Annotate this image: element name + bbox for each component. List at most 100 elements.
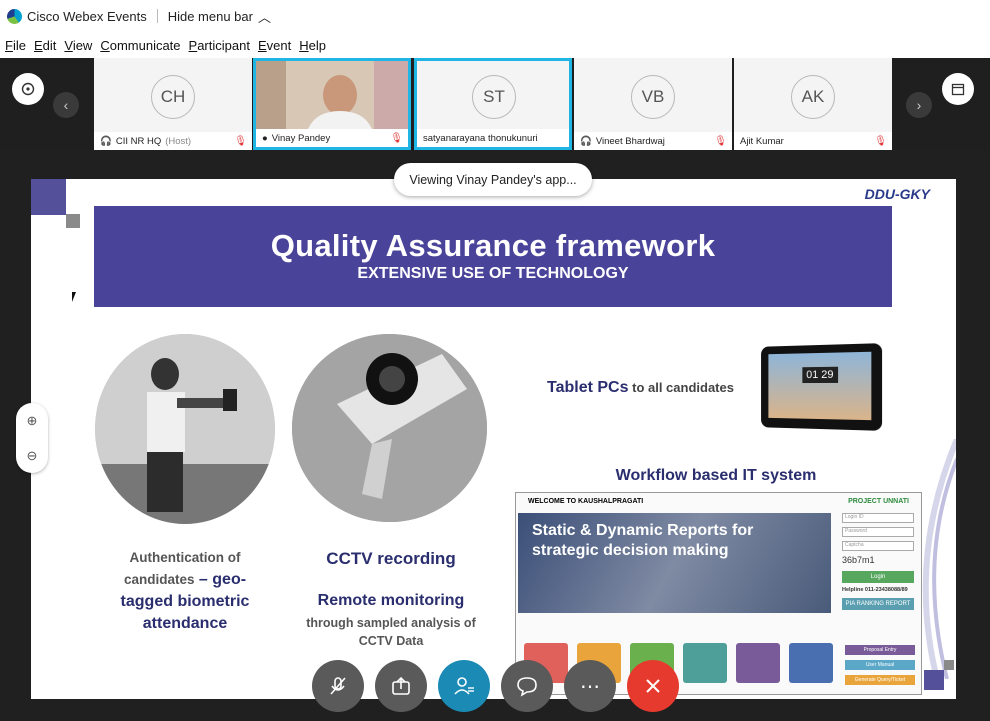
more-options-button[interactable]: ⋯ <box>564 660 616 712</box>
avatar: CH <box>151 75 195 119</box>
ws-captcha-code: 36b7m1 <box>842 555 875 565</box>
app-title: Cisco Webex Events <box>27 8 147 24</box>
slide-decoration <box>924 670 944 690</box>
menu-participant[interactable]: Participant <box>189 38 250 53</box>
zoom-in-icon[interactable]: ⊕ <box>27 413 38 429</box>
chat-icon <box>517 677 537 697</box>
ws-captcha: Captcha <box>842 541 914 551</box>
tablet-screen: 01 29 <box>768 351 872 421</box>
ws-login-panel: Login ID Password Captcha 36b7m1 Login H… <box>842 513 914 623</box>
video-feed <box>256 61 408 129</box>
slide-title: Quality Assurance framework <box>270 228 716 263</box>
participant-namebar: Ajit Kumar <box>734 132 892 150</box>
cctv-title: CCTV recording <box>326 549 456 568</box>
mute-button[interactable] <box>312 660 364 712</box>
calendar-button[interactable] <box>942 73 974 105</box>
menu-help[interactable]: Help <box>299 38 326 53</box>
ws-side-buttons: Proposal Entry User Manual Generate Quer… <box>845 645 915 685</box>
participant-name: satyanarayana thonukunuri <box>423 132 538 144</box>
share-button[interactable] <box>375 660 427 712</box>
participants-icon <box>454 677 474 695</box>
chevron-right-icon: › <box>916 97 922 113</box>
menu-bar: File Edit View Communicate Participant E… <box>0 32 990 58</box>
participant-namebar: ● Vinay Pandey <box>256 129 408 147</box>
shared-slide: DDU-GKY Quality Assurance framework EXTE… <box>31 179 956 699</box>
share-icon <box>392 676 410 695</box>
strip-next-button[interactable]: › <box>906 92 932 118</box>
chevron-left-icon: ‹ <box>63 97 69 113</box>
title-bar: Cisco Webex Events Hide menu bar ︿ <box>0 0 990 32</box>
participant-namebar: 🎧 Vineet Bhardwaj <box>574 132 732 150</box>
ws-card-training-centers <box>789 643 833 683</box>
participant-strip: ‹ CH 🎧 CII NR HQ (Host) 🎙 ● Vinay Pandey… <box>0 58 990 150</box>
remote-subtitle: through sampled analysis of CCTV Data <box>306 616 476 648</box>
webex-presenter-icon: ● <box>262 132 268 144</box>
ws-login-id: Login ID <box>842 513 914 523</box>
slide-title-banner: Quality Assurance framework EXTENSIVE US… <box>94 206 892 307</box>
biometric-photo <box>95 334 275 524</box>
participant-name: Vineet Bhardwaj <box>595 135 665 147</box>
remote-title: Remote monitoring <box>317 592 465 609</box>
participant-name: CII NR HQ <box>115 135 162 147</box>
ws-login-button: Login <box>842 571 914 583</box>
participant-namebar: satyanarayana thonukunuri <box>417 129 569 147</box>
ws-password: Password <box>842 527 914 537</box>
chevron-up-icon: ︿ <box>257 9 271 25</box>
viewing-indicator[interactable]: Viewing Vinay Pandey's app... <box>394 163 592 196</box>
ws-hero: Static & Dynamic Reports for strategic d… <box>518 513 831 613</box>
mic-muted-icon: 🎙 <box>234 136 247 147</box>
menu-event[interactable]: Event <box>258 38 291 53</box>
hide-menu-bar-button[interactable]: Hide menu bar ︿ <box>168 7 271 26</box>
zoom-out-icon[interactable]: ⊖ <box>27 448 38 464</box>
mic-muted-icon: 🎙 <box>390 133 403 144</box>
menu-edit[interactable]: Edit <box>34 38 56 53</box>
avatar: ST <box>472 75 516 119</box>
layout-toggle-button[interactable] <box>12 73 44 105</box>
close-icon <box>646 679 660 693</box>
tablet-caption: Tablet PCs to all candidates <box>547 379 777 397</box>
participant-namebar: 🎧 CII NR HQ (Host) <box>94 132 252 150</box>
slide-decoration <box>66 214 80 228</box>
meeting-controls: ⋯ <box>312 660 679 712</box>
cctv-photo-art <box>292 334 487 522</box>
hide-menu-bar-label: Hide menu bar <box>167 8 253 24</box>
ws-generate-query: Generate Query/Ticket <box>845 675 915 685</box>
menu-file[interactable]: File <box>5 38 26 53</box>
webex-logo-icon <box>7 8 22 24</box>
menu-view[interactable]: View <box>64 38 92 53</box>
participant-tile[interactable]: AK Ajit Kumar 🎙 <box>734 58 892 150</box>
ws-welcome: WELCOME TO KAUSHALPRAGATI <box>528 498 644 505</box>
participant-tile-video[interactable]: ● Vinay Pandey 🎙 <box>253 58 411 150</box>
participant-tile[interactable]: CH 🎧 CII NR HQ (Host) 🎙 <box>94 58 252 150</box>
leave-button[interactable] <box>627 660 679 712</box>
target-icon <box>21 82 35 96</box>
tablet-caption-rest: to all candidates <box>628 380 734 395</box>
brand-logo: DDU-GKY <box>864 186 930 202</box>
ws-card-placements <box>683 643 727 683</box>
zoom-controls: ⊕ ⊖ <box>16 403 48 473</box>
mouse-pointer-icon <box>72 292 76 302</box>
menu-communicate[interactable]: Communicate <box>100 38 180 53</box>
avatar: VB <box>631 75 675 119</box>
participant-name: Vinay Pandey <box>271 132 331 144</box>
biometric-photo-art <box>95 334 275 524</box>
chat-button[interactable] <box>501 660 553 712</box>
mic-off-icon <box>330 677 346 695</box>
participant-tile[interactable]: ST satyanarayana thonukunuri <box>414 58 572 150</box>
headset-icon: 🎧 <box>100 135 112 147</box>
ws-header: WELCOME TO KAUSHALPRAGATI PROJECT UNNATI <box>516 493 921 510</box>
ws-pia-button: PIA RANKING REPORT <box>842 598 914 610</box>
tablet-caption-bold: Tablet PCs <box>547 379 629 396</box>
calendar-icon <box>951 83 965 96</box>
ws-helpline: Helpline 011-23438088/89 <box>842 587 908 593</box>
participant-role: (Host) <box>165 135 192 147</box>
ws-proposal-entry: Proposal Entry <box>845 645 915 655</box>
avatar: AK <box>791 75 835 119</box>
auth-caption: Authentication of candidates – geo-tagge… <box>115 547 255 635</box>
mic-muted-icon: 🎙 <box>714 136 727 147</box>
ws-card-project <box>736 643 780 683</box>
participants-button[interactable] <box>438 660 490 712</box>
more-icon: ⋯ <box>580 675 600 698</box>
strip-prev-button[interactable]: ‹ <box>53 92 79 118</box>
participant-tile[interactable]: VB 🎧 Vineet Bhardwaj 🎙 <box>574 58 732 150</box>
